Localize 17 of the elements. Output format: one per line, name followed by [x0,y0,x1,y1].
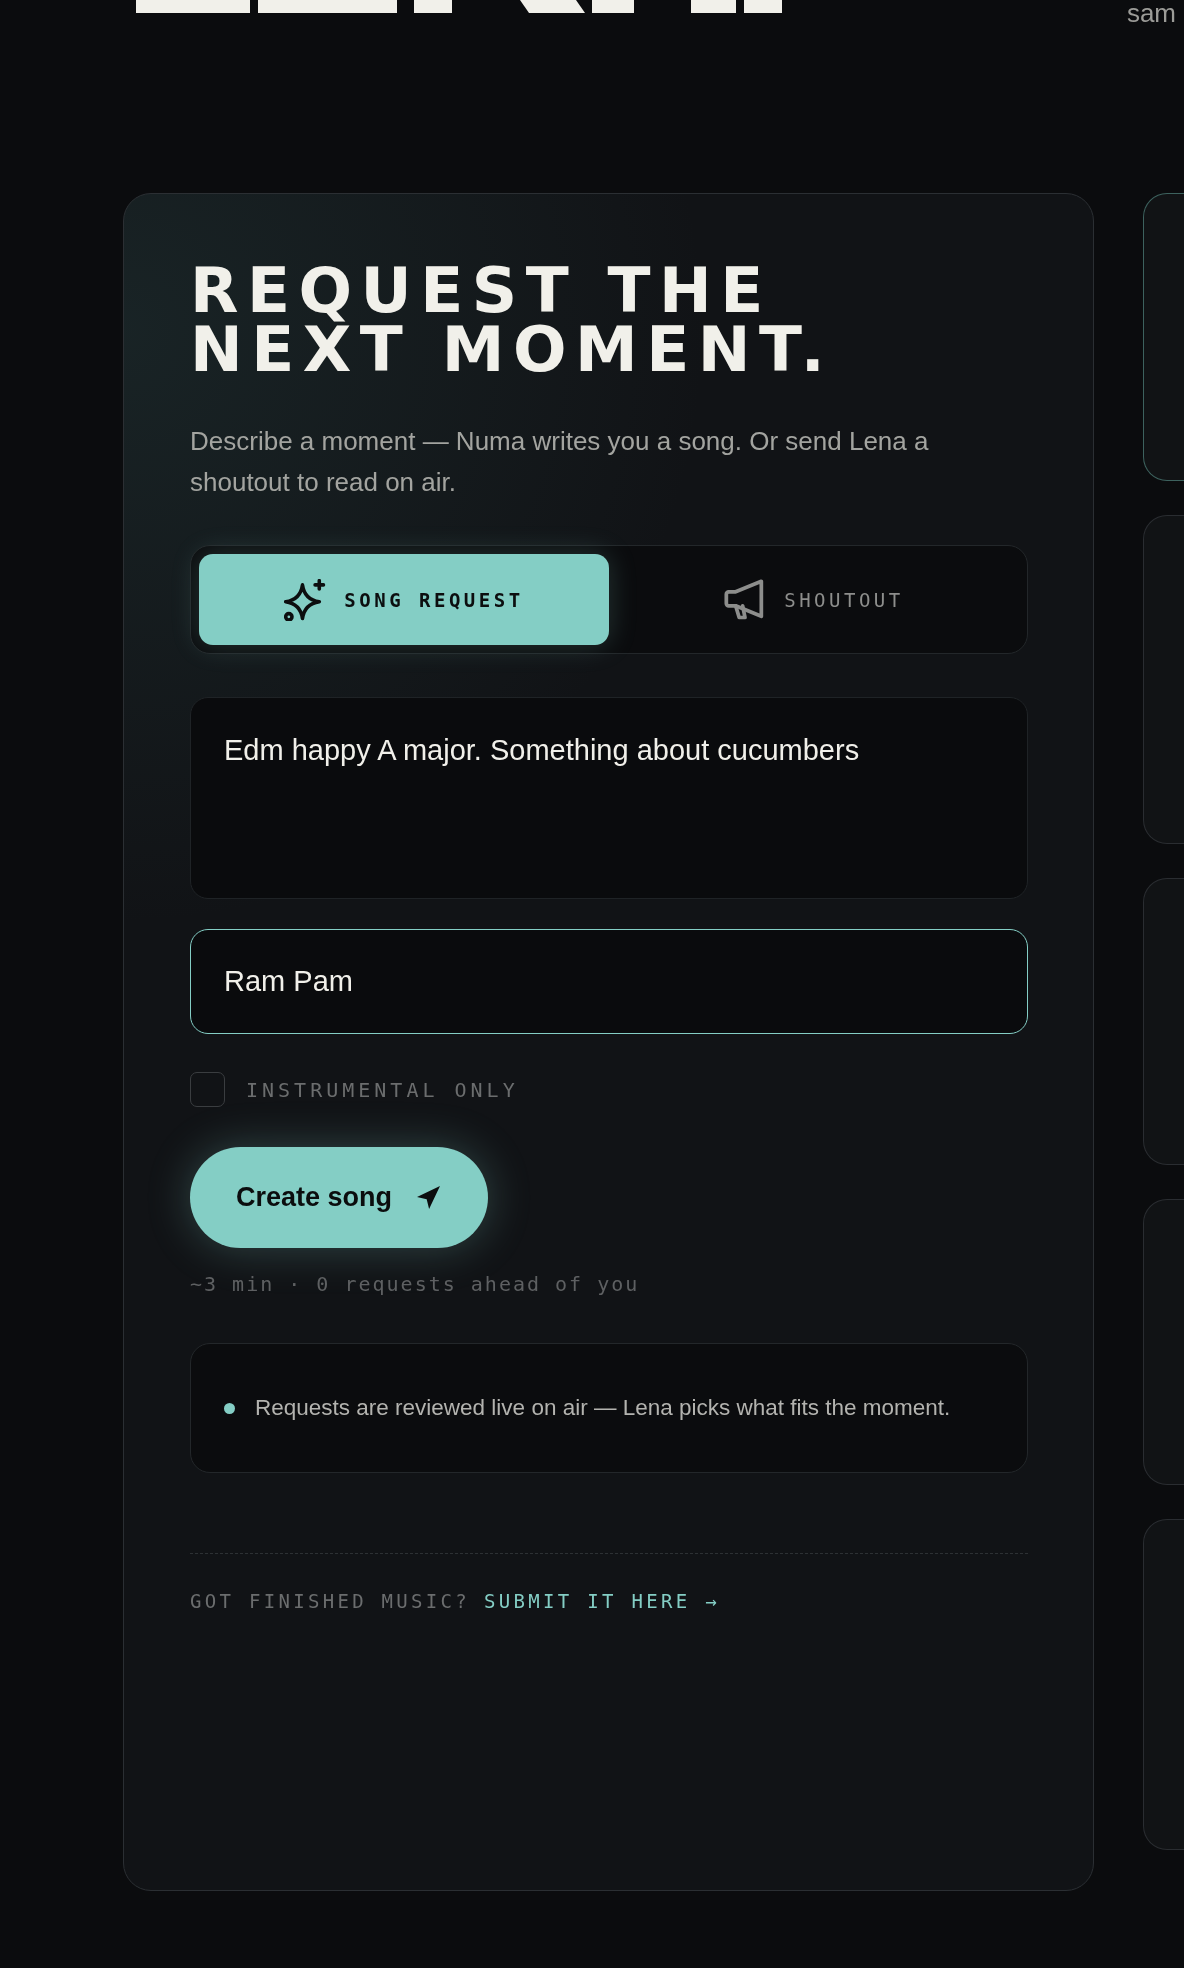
footer-prompt: GOT FINISHED MUSIC? [190,1589,471,1613]
header-text: sam [1126,0,1176,26]
mode-tab[interactable]: SONG REQUEST [199,554,609,645]
notice-text: Requests are reviewed live on air — Lena picks what fits the moment. [255,1394,951,1422]
status-dot-icon [224,1402,235,1414]
mode-tab[interactable]: SHOUTOUT [609,554,1019,645]
submit-link[interactable]: SUBMIT IT HERE → [484,1589,720,1613]
name-field[interactable]: Ram Pam [190,929,1028,1034]
card-subtitle: Describe a moment — Numa writes you a song. Or send Lena a shoutout to read on air. [190,425,930,499]
prompt-field[interactable]: Edm happy A major. Something about cucumbers [190,697,1028,899]
card-title: REQUEST THE NEXT MOMENT. [190,261,835,379]
checkbox-label[interactable]: INSTRUMENTAL ONLY [246,1077,519,1102]
checkbox[interactable] [190,1072,225,1107]
queue-info: ~3 min · 0 requests ahead of you [190,1272,641,1296]
sparkle-icon [284,578,327,621]
arrow-icon [417,1186,441,1209]
create-button[interactable]: Create song [190,1147,489,1248]
